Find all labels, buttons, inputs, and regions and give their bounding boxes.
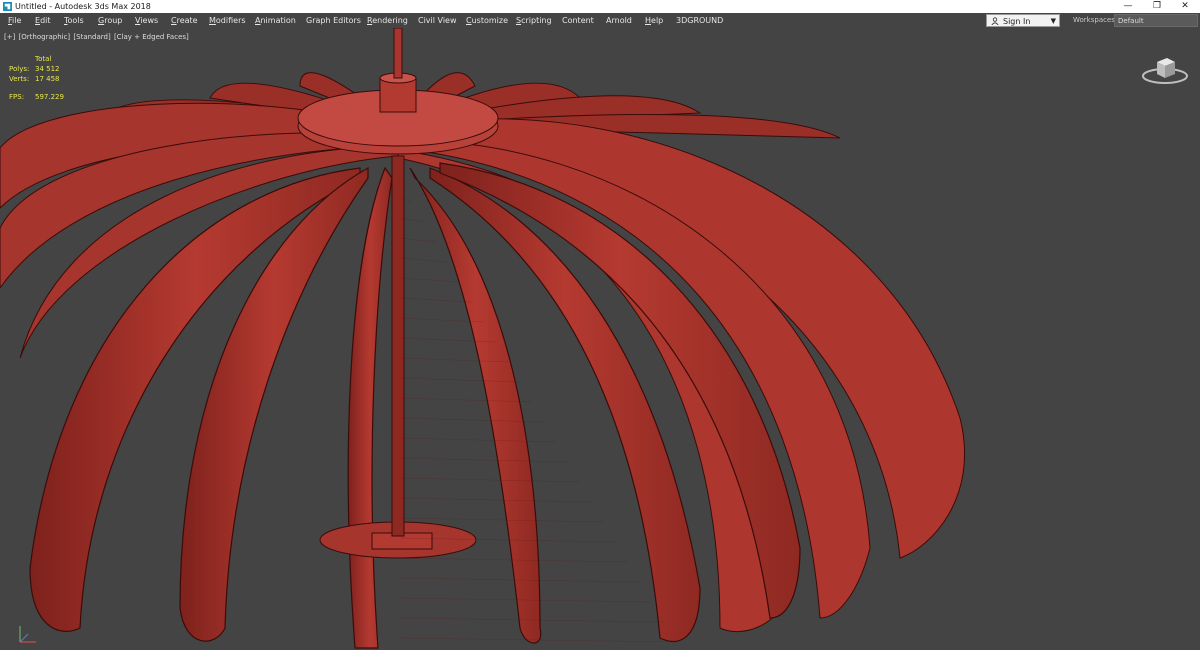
viewport-display-mode[interactable]: [Clay + Edged Faces] bbox=[114, 33, 189, 41]
sign-in-dropdown[interactable]: Sign In ▼ bbox=[986, 14, 1060, 27]
restore-button[interactable]: ❐ bbox=[1142, 0, 1172, 13]
viewcube-icon[interactable] bbox=[1141, 52, 1189, 88]
menu-views[interactable]: Views bbox=[135, 13, 158, 28]
wire-line bbox=[399, 517, 605, 523]
perspective-viewport[interactable] bbox=[0, 28, 1200, 650]
menu-graph-editors[interactable]: Graph Editors bbox=[306, 13, 361, 28]
user-icon bbox=[991, 17, 999, 25]
menu-file[interactable]: File bbox=[8, 13, 21, 28]
menu-civil-view[interactable]: Civil View bbox=[418, 13, 457, 28]
sign-in-label: Sign In bbox=[1003, 17, 1031, 26]
minimize-button[interactable]: — bbox=[1113, 0, 1143, 13]
stats-verts-key: Verts: bbox=[9, 75, 30, 83]
menu-customize[interactable]: Customize bbox=[466, 13, 508, 28]
close-button[interactable]: ✕ bbox=[1170, 0, 1200, 13]
stats-header: Total bbox=[35, 55, 52, 63]
wire-line bbox=[399, 477, 581, 483]
stats-fps-key: FPS: bbox=[9, 93, 25, 101]
viewport-view-label[interactable]: [Orthographic] bbox=[19, 33, 71, 41]
wire-line bbox=[399, 237, 437, 243]
viewport-menu-plus[interactable]: [+] bbox=[4, 33, 15, 41]
menu-3dground[interactable]: 3DGROUND bbox=[676, 13, 723, 28]
hanging-cord bbox=[393, 28, 403, 79]
lamp-model bbox=[0, 28, 966, 649]
stats-verts-value: 17 458 bbox=[35, 75, 60, 83]
center-rod bbox=[391, 155, 405, 537]
menu-create[interactable]: Create bbox=[171, 13, 198, 28]
window-title: Untitled - Autodesk 3ds Max 2018 bbox=[15, 2, 151, 11]
menu-scripting[interactable]: Scripting bbox=[516, 13, 552, 28]
workspaces-label: Workspaces: bbox=[1073, 16, 1118, 24]
wire-line bbox=[399, 297, 473, 303]
wire-line bbox=[399, 497, 593, 503]
stats-polys-key: Polys: bbox=[9, 65, 30, 73]
wire-line bbox=[399, 277, 461, 283]
chevron-down-icon: ▼ bbox=[1050, 17, 1056, 25]
stats-polys-value: 34 512 bbox=[35, 65, 60, 73]
menu-content[interactable]: Content bbox=[562, 13, 594, 28]
wire-line bbox=[399, 257, 449, 263]
wire-line bbox=[399, 437, 557, 443]
front-fin bbox=[347, 166, 393, 649]
workspace-select[interactable]: Default bbox=[1114, 14, 1198, 27]
menu-arnold[interactable]: Arnold bbox=[606, 13, 632, 28]
stats-fps-value: 597.229 bbox=[35, 93, 64, 101]
axis-tripod-icon bbox=[19, 626, 36, 643]
menu-animation[interactable]: Animation bbox=[255, 13, 296, 28]
menu-group[interactable]: Group bbox=[98, 13, 122, 28]
menu-rendering[interactable]: Rendering bbox=[367, 13, 408, 28]
viewport-label[interactable]: [+] [Orthographic] [Standard] [Clay + Ed… bbox=[4, 33, 190, 41]
title-bar: Untitled - Autodesk 3ds Max 2018 — ❐ ✕ bbox=[0, 0, 1200, 13]
viewport-shading-standard[interactable]: [Standard] bbox=[73, 33, 110, 41]
menu-tools[interactable]: Tools bbox=[64, 13, 84, 28]
menu-modifiers[interactable]: Modifiers bbox=[209, 13, 246, 28]
wire-line bbox=[399, 457, 569, 463]
menu-edit[interactable]: Edit bbox=[35, 13, 51, 28]
menu-help[interactable]: Help bbox=[645, 13, 663, 28]
3dsmax-app-icon bbox=[3, 2, 12, 11]
scene-statistics: Total Polys: 34 512 Verts: 17 458 FPS: 597.… bbox=[9, 54, 89, 102]
